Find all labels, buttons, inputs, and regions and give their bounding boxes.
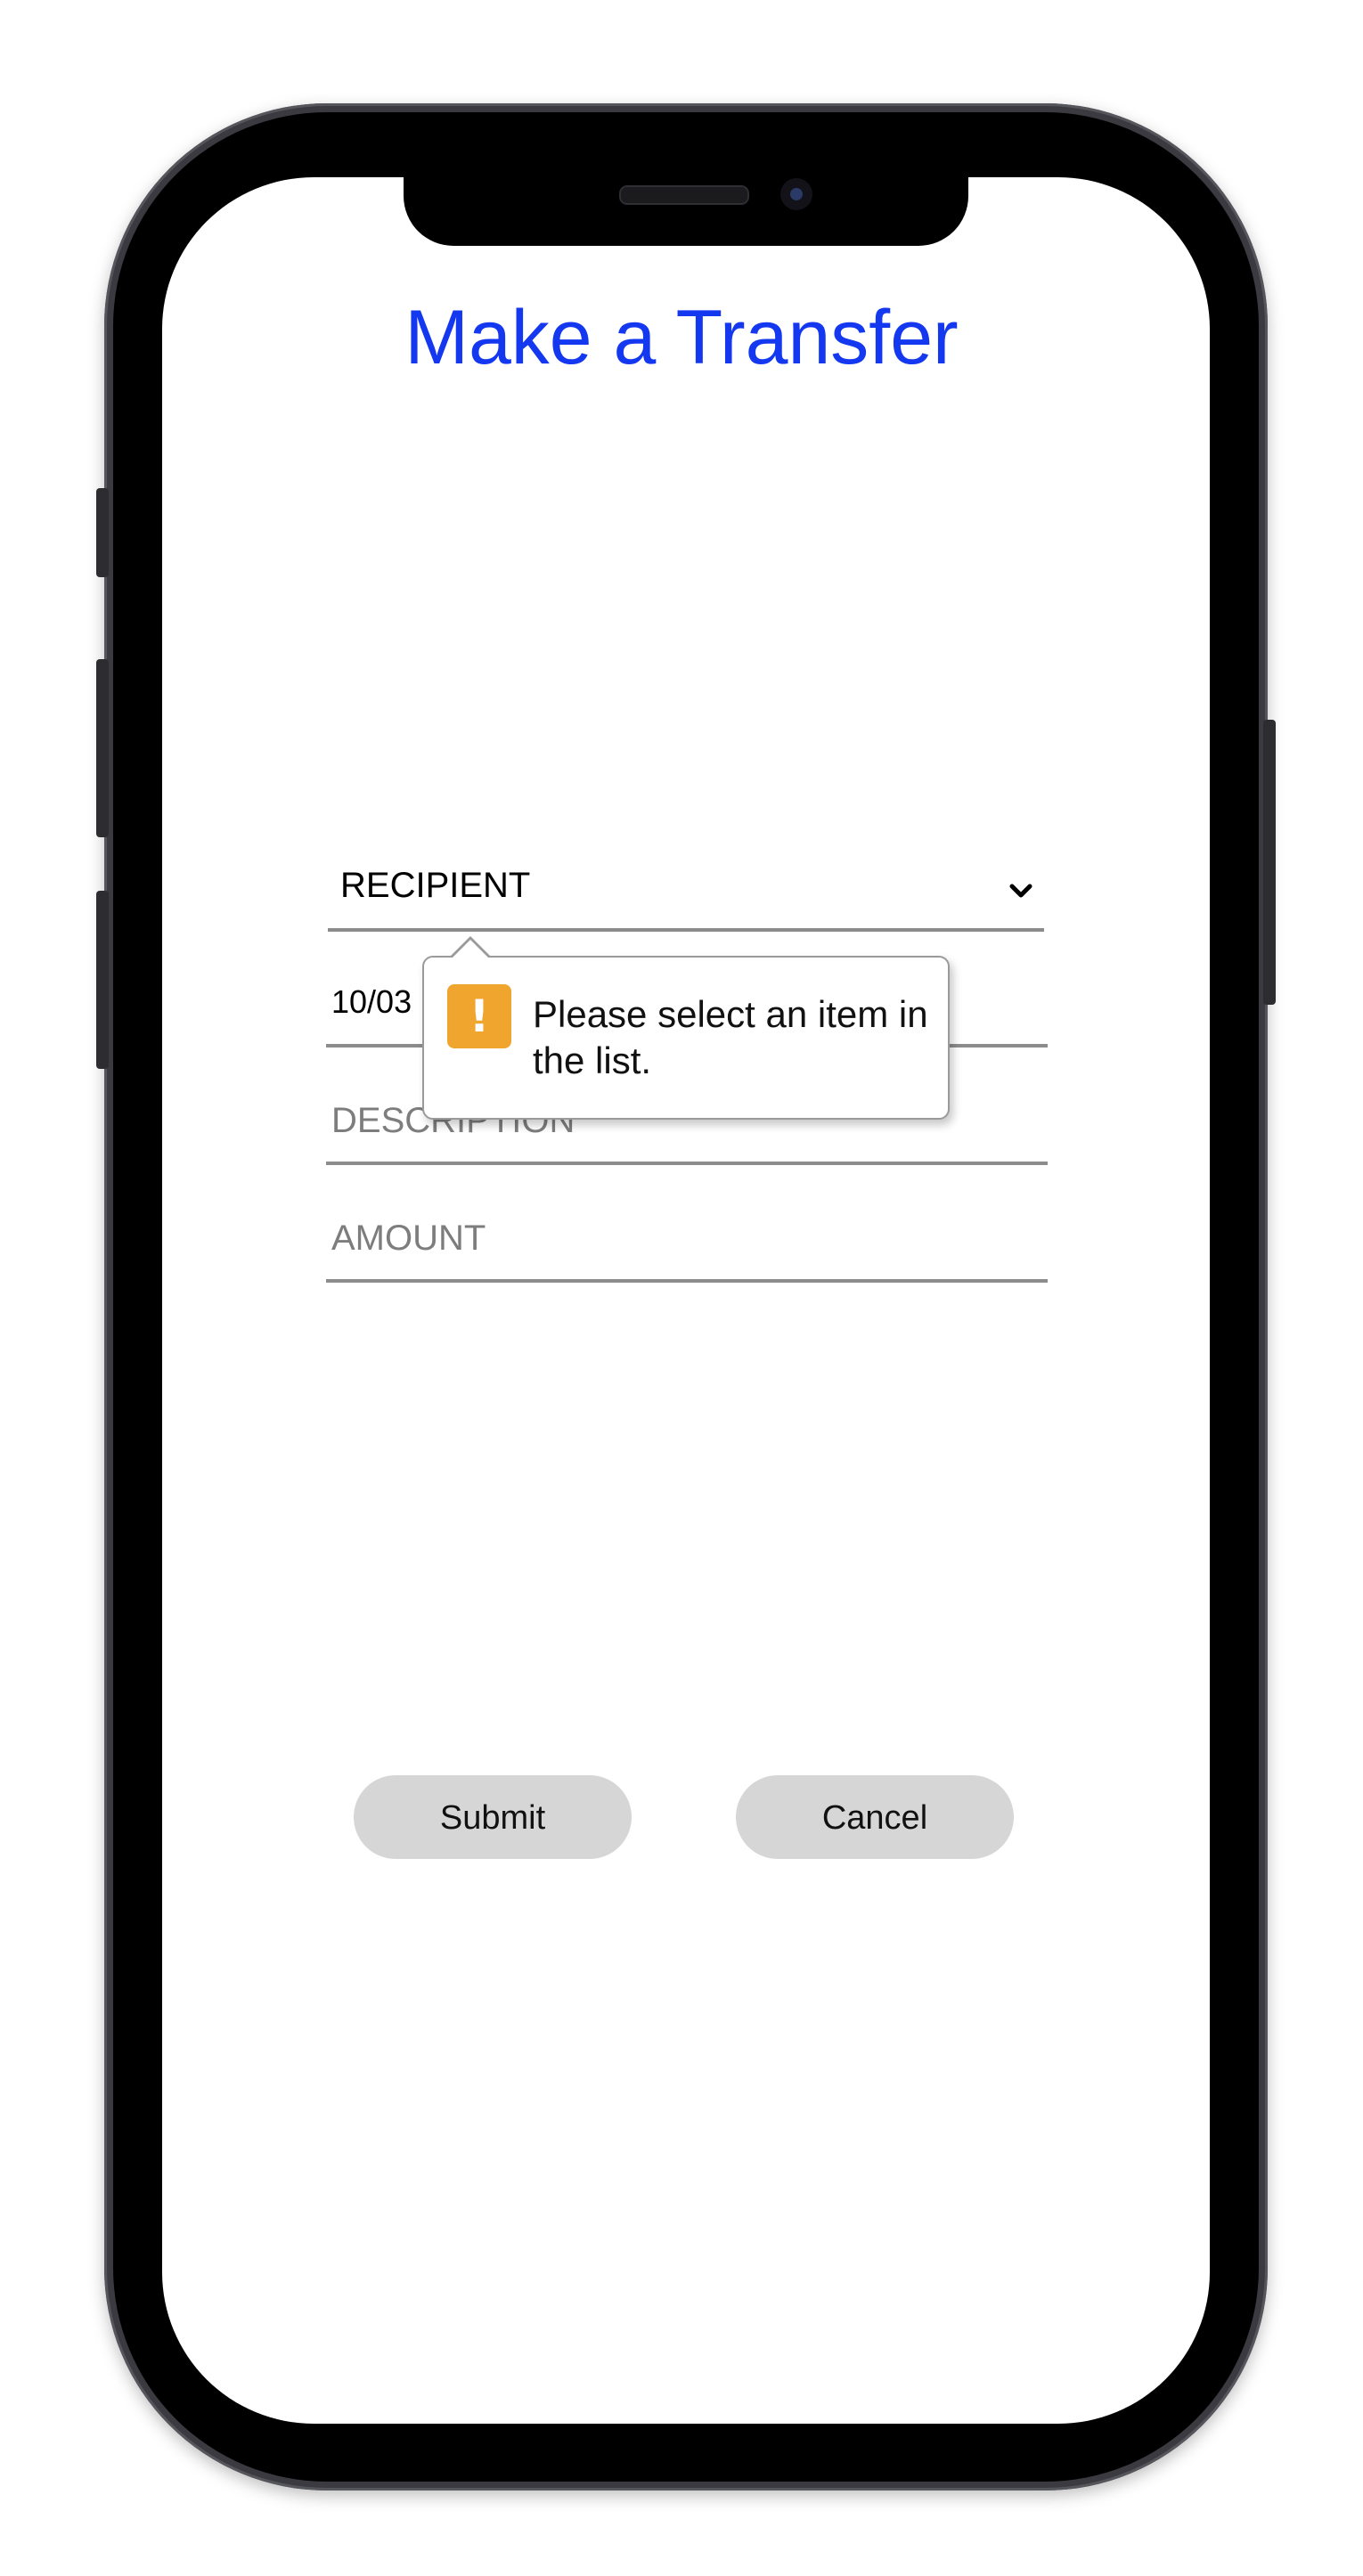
validation-message: Please select an item in the list. [533, 993, 928, 1081]
screen [162, 177, 1210, 2424]
notch [404, 169, 968, 246]
stage: Make a Transfer RECIPIENT 10/03 DESCRIPT… [0, 0, 1363, 2576]
tooltip-arrow-fill [451, 940, 490, 959]
volume-down-button [96, 891, 109, 1069]
chevron-down-icon [1009, 884, 1032, 898]
power-button [1263, 720, 1276, 1005]
validation-tooltip: ! Please select an item in the list. [422, 936, 950, 1120]
submit-button[interactable]: Submit [354, 1775, 632, 1859]
speaker-grille [619, 185, 749, 205]
recipient-select[interactable]: RECIPIENT [328, 855, 1044, 932]
silent-switch [96, 488, 109, 577]
amount-input[interactable]: AMOUNT [326, 1206, 1048, 1283]
cancel-button[interactable]: Cancel [736, 1775, 1014, 1859]
amount-placeholder: AMOUNT [331, 1219, 486, 1258]
front-camera-icon [780, 178, 812, 210]
recipient-select-value: RECIPIENT [340, 866, 531, 905]
exclamation-warning-icon: ! [447, 984, 511, 1048]
volume-up-button [96, 659, 109, 837]
date-input-value: 10/03 [331, 983, 412, 1020]
camera-lens [790, 188, 803, 200]
page-title: Make a Transfer [404, 295, 959, 380]
